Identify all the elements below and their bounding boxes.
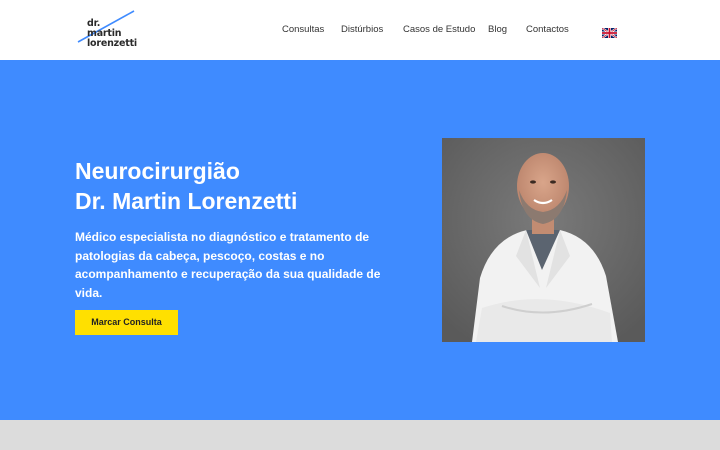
uk-flag-icon[interactable] xyxy=(601,25,618,39)
logo-line-3: lorenzetti xyxy=(87,38,137,50)
hero-description: Médico especialista no diagnóstico e tra… xyxy=(75,230,381,300)
hero-title: Neurocirurgião Dr. Martin Lorenzetti xyxy=(75,156,297,216)
next-section-band xyxy=(0,420,720,450)
nav-item-consultas[interactable]: Consultas xyxy=(282,24,324,35)
hero-title-line-2: Dr. Martin Lorenzetti xyxy=(75,188,298,214)
nav-item-contactos[interactable]: Contactos xyxy=(526,24,569,35)
site-header: dr. martin lorenzetti Consultas Distúrbi… xyxy=(0,0,720,60)
doctor-portrait xyxy=(442,138,645,342)
nav-item-blog[interactable]: Blog xyxy=(488,24,507,35)
book-appointment-button[interactable]: Marcar Consulta xyxy=(75,310,178,335)
hero-section: Neurocirurgião Dr. Martin Lorenzetti Méd… xyxy=(0,60,720,420)
nav-item-casos-de-estudo[interactable]: Casos de Estudo xyxy=(403,24,475,35)
nav-item-disturbios[interactable]: Distúrbios xyxy=(341,24,383,35)
hero-title-line-1: Neurocirurgião xyxy=(75,158,240,184)
